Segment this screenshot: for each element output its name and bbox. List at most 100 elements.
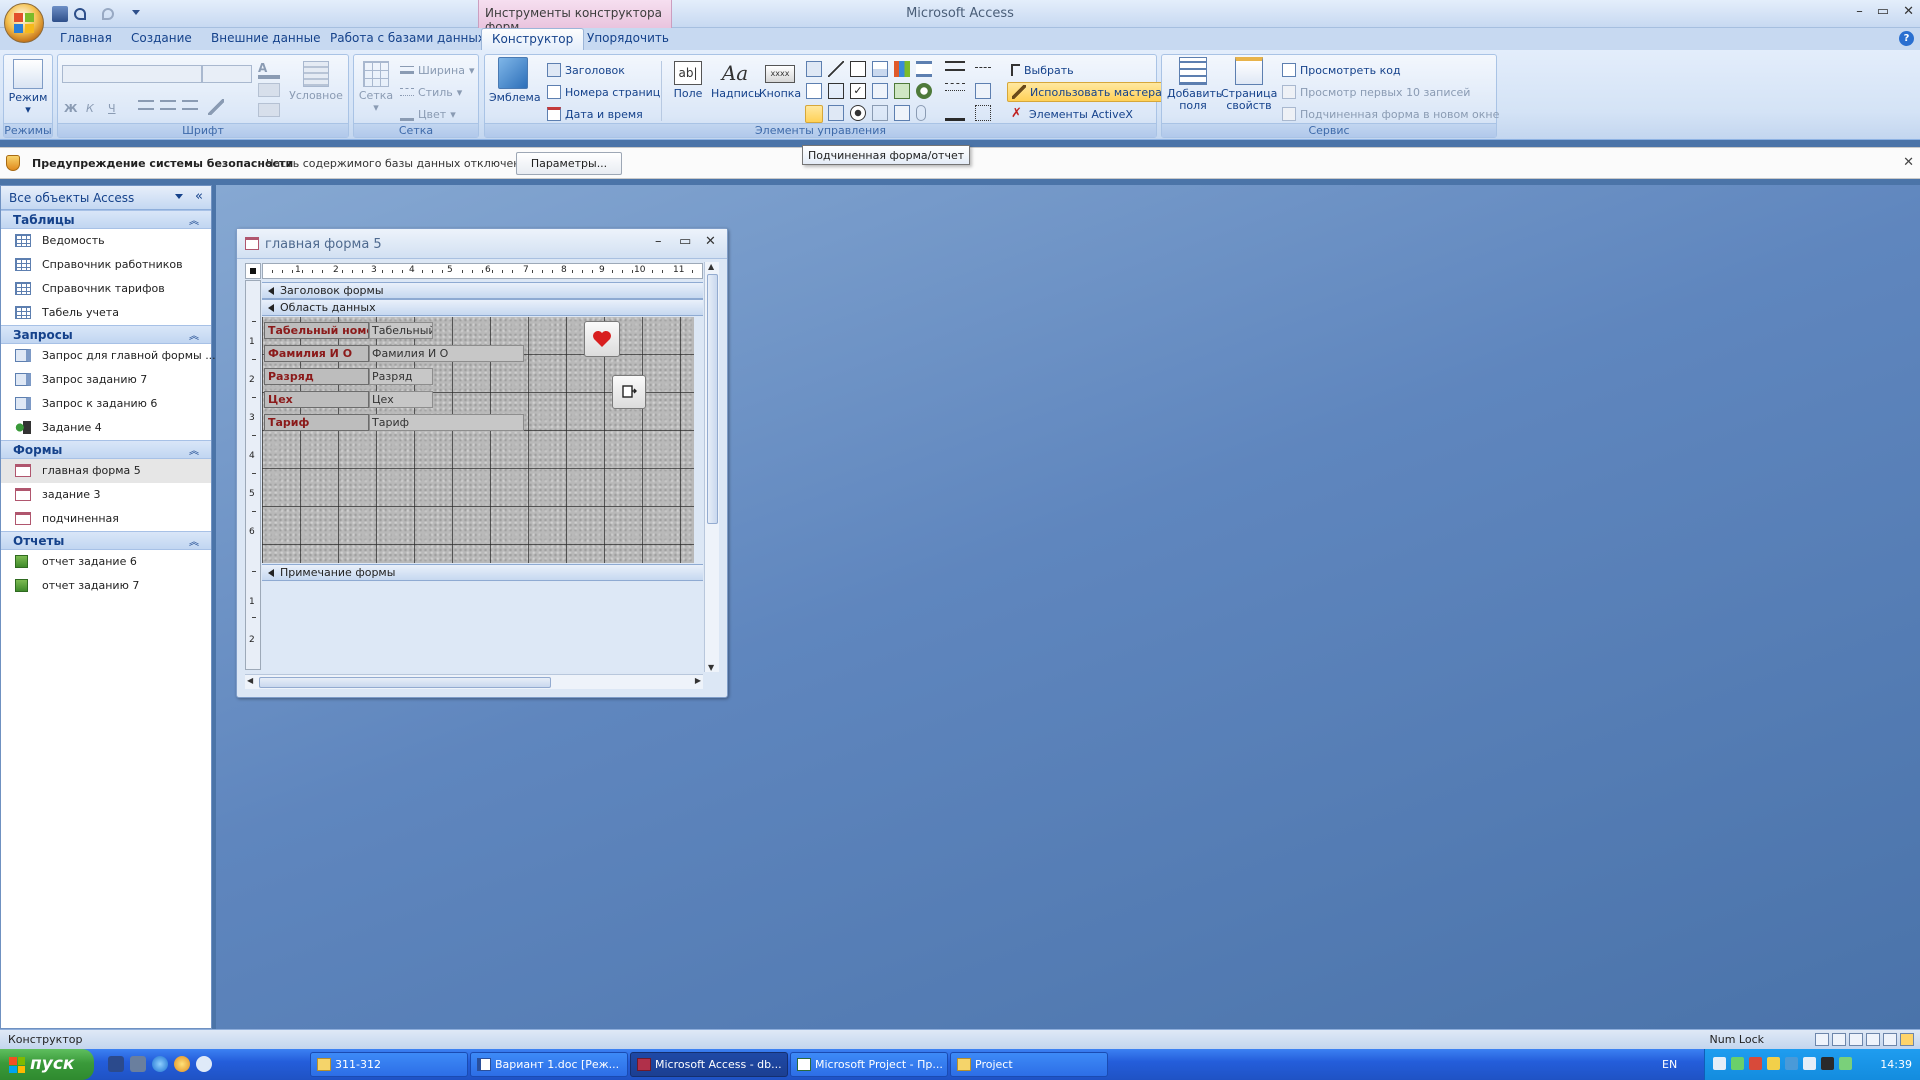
nav-item-table[interactable]: Справочник работников: [1, 253, 211, 277]
format-painter-icon[interactable]: [208, 99, 224, 115]
property-sheet-button[interactable]: Страница свойств: [1220, 57, 1278, 112]
field-label[interactable]: Фамилия И О: [264, 345, 369, 362]
volume-icon[interactable]: [1821, 1057, 1834, 1070]
help-icon[interactable]: ?: [1899, 31, 1914, 46]
subform-new-window-button[interactable]: Подчиненная форма в новом окне: [1282, 105, 1499, 123]
underline-button[interactable]: Ч: [108, 99, 116, 117]
bold-button[interactable]: Ж: [64, 99, 77, 117]
logo-button[interactable]: Эмблема: [489, 57, 541, 104]
customize-qat-icon[interactable]: [132, 10, 140, 18]
close-message-bar-button[interactable]: ✕: [1903, 155, 1914, 170]
insert-image-icon[interactable]: [894, 105, 910, 121]
taskbar-button[interactable]: Project: [950, 1052, 1108, 1077]
option-button-icon[interactable]: [850, 105, 866, 121]
page-numbers-button[interactable]: Номера страниц: [547, 83, 660, 101]
list-box-icon[interactable]: [916, 61, 932, 77]
taskbar-button-active[interactable]: Microsoft Access - db...: [630, 1052, 788, 1077]
form-footer-section-bar[interactable]: Примечание формы: [262, 564, 703, 581]
nav-item-table[interactable]: Справочник тарифов: [1, 277, 211, 301]
form-footer-area[interactable]: [262, 582, 703, 672]
title-button[interactable]: Заголовок: [547, 61, 625, 79]
nav-item-report[interactable]: отчет задание 6: [1, 550, 211, 574]
line-color-tool-icon[interactable]: [945, 105, 965, 121]
collapse-section-icon[interactable]: ︽: [189, 533, 199, 548]
field-textbox[interactable]: Разряд: [369, 368, 433, 385]
minimize-button[interactable]: –: [1856, 4, 1863, 19]
quick-launch-icon[interactable]: [196, 1056, 212, 1072]
chevron-down-icon[interactable]: [175, 194, 183, 199]
font-color-icon[interactable]: A: [258, 61, 280, 79]
language-indicator[interactable]: EN: [1662, 1058, 1677, 1071]
field-textbox[interactable]: Фамилия И О: [369, 345, 524, 362]
form-maximize-button[interactable]: ▭: [679, 234, 691, 249]
datasheet-view-icon[interactable]: [1832, 1033, 1846, 1046]
use-wizards-button[interactable]: Использовать мастера: [1007, 82, 1167, 102]
tray-icon[interactable]: [1767, 1057, 1780, 1070]
nav-section-reports[interactable]: Отчеты ︽: [1, 531, 211, 550]
pivot-table-icon[interactable]: [1849, 1033, 1863, 1046]
collapse-section-icon[interactable]: ︽: [189, 327, 199, 342]
quick-launch-icon[interactable]: [108, 1056, 124, 1072]
design-view-icon[interactable]: [1900, 1033, 1914, 1046]
tab-home[interactable]: Главная: [60, 31, 112, 45]
form-close-button[interactable]: ✕: [705, 234, 716, 249]
nav-item-query[interactable]: Задание 4: [1, 416, 211, 440]
align-right-icon[interactable]: [182, 100, 198, 110]
vertical-scrollbar[interactable]: ▲ ▼: [704, 262, 719, 672]
collapse-section-icon[interactable]: ︽: [189, 442, 199, 457]
exit-command-button[interactable]: [612, 375, 646, 409]
grid-style-button[interactable]: Стиль ▾: [400, 83, 462, 101]
field-label[interactable]: Цех: [264, 391, 369, 408]
horizontal-ruler[interactable]: 1 2 3 4 5 6 7 8 9 10 11: [262, 263, 703, 279]
rectangle-icon[interactable]: [828, 83, 844, 99]
form-minimize-button[interactable]: –: [655, 234, 662, 249]
field-textbox[interactable]: Табельный н: [369, 322, 433, 339]
gridlines-button[interactable]: Сетка ▾: [358, 61, 394, 114]
tray-icon[interactable]: [1839, 1057, 1852, 1070]
tray-icon[interactable]: [1785, 1057, 1798, 1070]
activex-grid-icon[interactable]: [975, 105, 991, 121]
chart-icon[interactable]: [894, 61, 910, 77]
special-effect-icon[interactable]: [945, 83, 965, 91]
pivot-chart-icon[interactable]: [1866, 1033, 1880, 1046]
field-label[interactable]: Тариф: [264, 414, 369, 431]
vertical-scroll-thumb[interactable]: [707, 274, 718, 524]
media-player-icon[interactable]: [174, 1056, 190, 1072]
attachment-icon[interactable]: [916, 105, 926, 121]
select-button[interactable]: Выбрать: [1011, 61, 1074, 79]
scroll-left-icon[interactable]: ◀: [247, 676, 253, 685]
form-selector[interactable]: [245, 263, 261, 279]
date-time-button[interactable]: Дата и время: [547, 105, 643, 123]
nav-item-form[interactable]: задание 3: [1, 483, 211, 507]
bound-object-icon[interactable]: [872, 105, 888, 121]
conditional-format-button[interactable]: Условное: [288, 61, 344, 102]
bound-frame-icon[interactable]: [916, 83, 932, 99]
tray-icon[interactable]: [1731, 1057, 1744, 1070]
unbound-frame-icon[interactable]: [872, 83, 888, 99]
gridlines-font-icon[interactable]: [258, 103, 280, 117]
align-left-icon[interactable]: [138, 100, 154, 110]
field-textbox[interactable]: Цех: [369, 391, 433, 408]
page-break-icon[interactable]: [850, 61, 866, 77]
align-center-icon[interactable]: [160, 100, 176, 110]
form-view-icon[interactable]: [1815, 1033, 1829, 1046]
nav-item-form[interactable]: главная форма 5: [1, 459, 211, 483]
options-button[interactable]: Параметры...: [516, 152, 622, 175]
view-code-button[interactable]: Просмотреть код: [1282, 61, 1401, 79]
font-name-box[interactable]: [62, 65, 202, 83]
font-size-box[interactable]: [202, 65, 252, 83]
network-icon[interactable]: [1803, 1057, 1816, 1070]
fill-color-icon[interactable]: [258, 83, 280, 97]
toggle-button-icon[interactable]: [872, 61, 888, 77]
scroll-right-icon[interactable]: ▶: [695, 676, 701, 685]
grid-width-button[interactable]: Ширина ▾: [400, 61, 475, 79]
nav-item-report[interactable]: отчет заданию 7: [1, 574, 211, 598]
view-top10-button[interactable]: Просмотр первых 10 записей: [1282, 83, 1470, 101]
command-button[interactable]: xxxx Кнопка: [757, 61, 803, 100]
quick-launch-icon[interactable]: [130, 1056, 146, 1072]
nav-section-tables[interactable]: Таблицы ︽: [1, 210, 211, 229]
view-button[interactable]: Режим ▾: [8, 59, 48, 116]
form-header-section-bar[interactable]: Заголовок формы: [262, 282, 703, 299]
taskbar-button[interactable]: 311-312: [310, 1052, 468, 1077]
combo-box-icon[interactable]: [894, 83, 910, 99]
